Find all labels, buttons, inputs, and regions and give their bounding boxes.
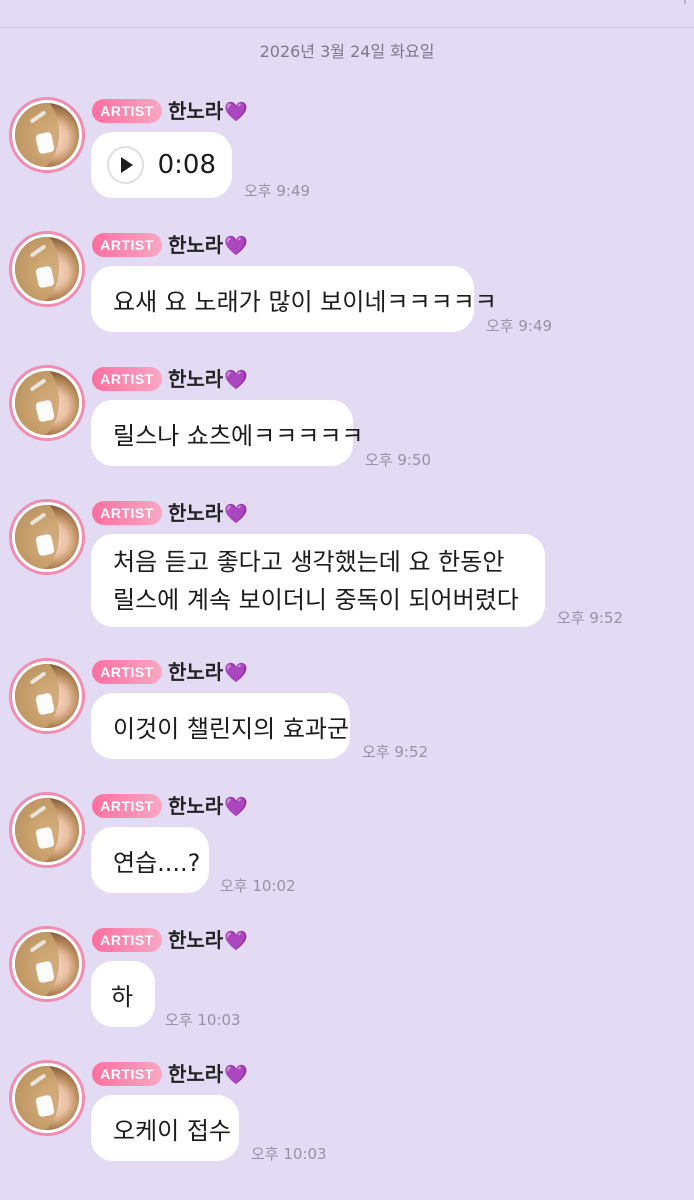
avatar[interactable] <box>9 658 85 734</box>
sender-name[interactable]: 한노라💜 <box>168 499 248 528</box>
text-message-bubble[interactable]: 요새 요 노래가 많이 보이네ㅋㅋㅋㅋㅋ <box>91 266 497 332</box>
avatar[interactable] <box>9 499 85 575</box>
purple-heart-icon: 💜 <box>224 662 248 684</box>
message-time: 오후 9:52 <box>557 609 624 627</box>
purple-heart-icon: 💜 <box>224 930 248 952</box>
message-time: 오후 9:52 <box>362 743 429 761</box>
purple-heart-icon: 💜 <box>224 235 248 257</box>
text-message-bubble[interactable]: 오케이 접수 <box>91 1095 239 1161</box>
message-row: ARTIST 한노라💜 연습....? 오후 10:02 <box>0 792 694 902</box>
top-edge-mark <box>684 0 686 4</box>
sender-name-text: 한노라 <box>168 367 224 391</box>
message-row: ARTIST 한노라💜 0:08 오후 9:49 <box>0 97 694 207</box>
avatar[interactable] <box>9 231 85 307</box>
purple-heart-icon: 💜 <box>224 369 248 391</box>
sender-name[interactable]: 한노라💜 <box>168 658 248 687</box>
artist-badge: ARTIST <box>92 501 162 525</box>
message-text: 연습....? <box>113 848 201 877</box>
sender-name-text: 한노라 <box>168 99 224 123</box>
sender-name[interactable]: 한노라💜 <box>168 1060 248 1089</box>
sender-name[interactable]: 한노라💜 <box>168 365 248 394</box>
artist-badge: ARTIST <box>92 794 162 818</box>
artist-badge: ARTIST <box>92 660 162 684</box>
message-row: ARTIST 한노라💜 하 오후 10:03 <box>0 926 694 1036</box>
purple-heart-icon: 💜 <box>224 101 248 123</box>
message-text: 오케이 접수 <box>113 1116 232 1145</box>
message-text: 요새 요 노래가 많이 보이네ㅋㅋㅋㅋㅋ <box>113 287 497 316</box>
sender-name-text: 한노라 <box>168 233 224 257</box>
message-text: 하 <box>111 982 134 1011</box>
artist-badge: ARTIST <box>92 99 162 123</box>
purple-heart-icon: 💜 <box>224 1064 248 1086</box>
sender-name-text: 한노라 <box>168 501 224 525</box>
text-message-bubble[interactable]: 연습....? <box>91 827 209 893</box>
message-text-line: 처음 듣고 좋다고 생각했는데 요 한동안 <box>113 547 505 576</box>
message-time: 오후 10:03 <box>165 1011 241 1029</box>
sender-name[interactable]: 한노라💜 <box>168 231 248 260</box>
message-time: 오후 9:49 <box>244 182 311 200</box>
artist-badge: ARTIST <box>92 233 162 257</box>
artist-badge: ARTIST <box>92 1062 162 1086</box>
sender-name[interactable]: 한노라💜 <box>168 97 248 126</box>
message-row: ARTIST 한노라💜 오케이 접수 오후 10:03 <box>0 1060 694 1170</box>
text-message-bubble[interactable]: 하 <box>91 961 155 1027</box>
sender-name[interactable]: 한노라💜 <box>168 792 248 821</box>
sender-name-text: 한노라 <box>168 794 224 818</box>
artist-badge: ARTIST <box>92 928 162 952</box>
avatar[interactable] <box>9 1060 85 1136</box>
top-divider <box>0 27 694 28</box>
message-row: ARTIST 한노라💜 릴스나 쇼츠에ㅋㅋㅋㅋㅋ 오후 9:50 <box>0 365 694 475</box>
avatar[interactable] <box>9 365 85 441</box>
sender-name-text: 한노라 <box>168 660 224 684</box>
purple-heart-icon: 💜 <box>224 503 248 525</box>
voice-duration: 0:08 <box>157 150 216 180</box>
message-time: 오후 9:49 <box>486 317 553 335</box>
sender-name-text: 한노라 <box>168 1062 224 1086</box>
date-separator: 2026년 3월 24일 화요일 <box>259 42 435 61</box>
text-message-bubble[interactable]: 처음 듣고 좋다고 생각했는데 요 한동안 릴스에 계속 보이더니 중독이 되어… <box>91 534 545 627</box>
message-time: 오후 9:50 <box>365 451 432 469</box>
avatar[interactable] <box>9 926 85 1002</box>
text-message-bubble[interactable]: 릴스나 쇼츠에ㅋㅋㅋㅋㅋ <box>91 400 364 466</box>
message-row: ARTIST 한노라💜 처음 듣고 좋다고 생각했는데 요 한동안 릴스에 계속… <box>0 499 694 634</box>
voice-message-bubble[interactable]: 0:08 <box>91 132 232 198</box>
text-message-bubble[interactable]: 이것이 챌린지의 효과군 <box>91 693 350 759</box>
message-time: 오후 10:03 <box>251 1145 327 1163</box>
message-text: 릴스나 쇼츠에ㅋㅋㅋㅋㅋ <box>113 421 364 450</box>
play-icon[interactable] <box>107 146 144 184</box>
message-text-line: 릴스에 계속 보이더니 중독이 되어버렸다 <box>113 585 519 614</box>
avatar[interactable] <box>9 792 85 868</box>
artist-badge: ARTIST <box>92 367 162 391</box>
avatar[interactable] <box>9 97 85 173</box>
message-row: ARTIST 한노라💜 이것이 챌린지의 효과군 오후 9:52 <box>0 658 694 768</box>
sender-name[interactable]: 한노라💜 <box>168 926 248 955</box>
message-row: ARTIST 한노라💜 요새 요 노래가 많이 보이네ㅋㅋㅋㅋㅋ 오후 9:49 <box>0 231 694 341</box>
sender-name-text: 한노라 <box>168 928 224 952</box>
message-text: 이것이 챌린지의 효과군 <box>113 714 350 743</box>
message-time: 오후 10:02 <box>220 877 296 895</box>
purple-heart-icon: 💜 <box>224 796 248 818</box>
